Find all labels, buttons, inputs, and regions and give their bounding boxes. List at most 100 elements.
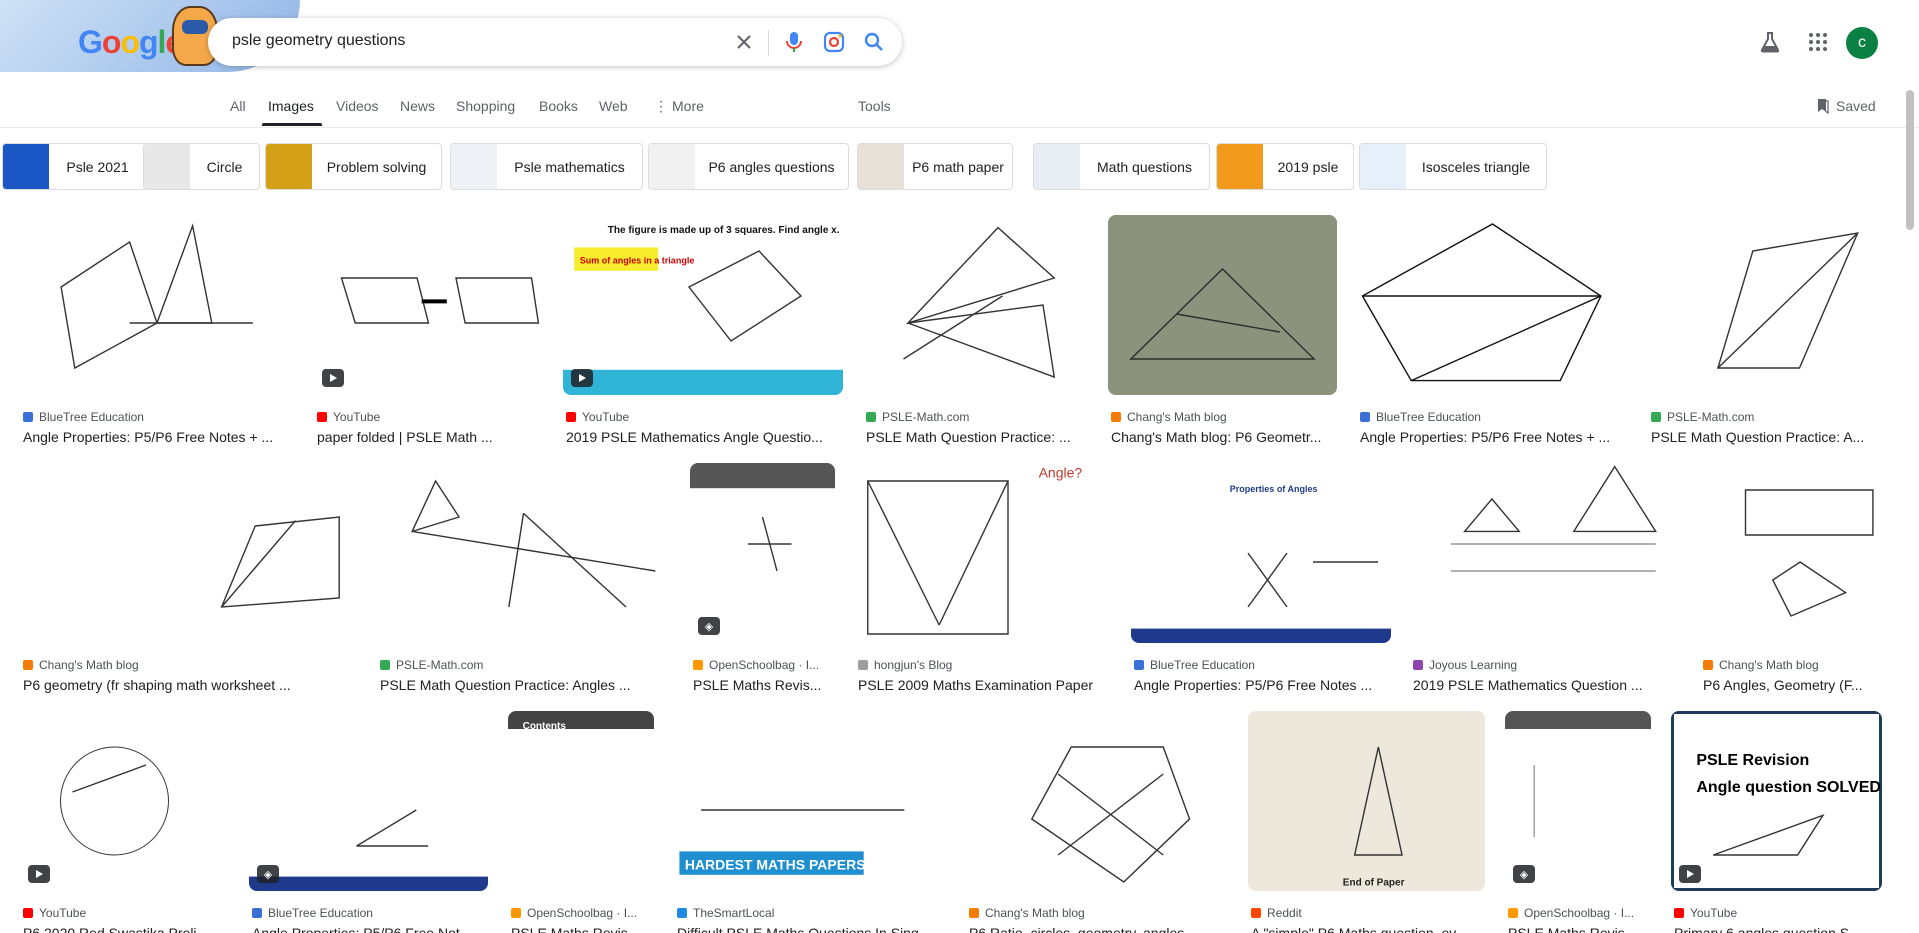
result-thumbnail[interactable]: Contents xyxy=(508,711,654,891)
result-source[interactable]: YouTube xyxy=(566,410,846,424)
account-avatar[interactable]: c xyxy=(1846,27,1878,59)
result-thumbnail[interactable] xyxy=(863,215,1088,395)
image-result-card[interactable]: PSLE-Math.com PSLE Math Question Practice… xyxy=(1648,215,1881,445)
result-title[interactable]: PSLE Maths Revis... xyxy=(693,677,838,693)
chip-circle[interactable]: Circle xyxy=(143,143,260,190)
result-thumbnail[interactable] xyxy=(314,215,543,395)
result-thumbnail[interactable]: The figure is made up of 3 squares. Find… xyxy=(563,215,843,395)
chip-p6-angles-questions[interactable]: P6 angles questions xyxy=(648,143,849,190)
result-title[interactable]: Angle Properties: P5/P6 Free Notes + ... xyxy=(1360,429,1631,445)
result-title[interactable]: P6 Ratio, circles, geometry, angles ... xyxy=(969,925,1232,933)
result-title[interactable]: PSLE Maths Revis... xyxy=(511,925,657,933)
result-thumbnail[interactable] xyxy=(966,711,1229,891)
image-result-card[interactable]: PSLE-Math.com PSLE Math Question Practice… xyxy=(377,463,670,693)
result-source[interactable]: PSLE-Math.com xyxy=(380,658,673,672)
result-title[interactable]: P6 geometry (fr shaping math worksheet .… xyxy=(23,677,359,693)
microphone-icon[interactable] xyxy=(782,30,806,54)
image-result-card[interactable]: Chang's Math blog P6 Angles, Geometry (F.… xyxy=(1700,463,1882,693)
result-source[interactable]: BlueTree Education xyxy=(1360,410,1631,424)
image-result-card[interactable]: YouTube paper folded | PSLE Math ... xyxy=(314,215,543,445)
image-result-card[interactable]: ◈ OpenSchoolbag · I... PSLE Maths Revis... xyxy=(1505,711,1651,933)
result-thumbnail[interactable] xyxy=(1108,215,1337,395)
result-thumbnail[interactable] xyxy=(1648,215,1881,395)
result-title[interactable]: PSLE Math Question Practice: Angles ... xyxy=(380,677,673,693)
chip-2019-psle[interactable]: 2019 psle xyxy=(1216,143,1354,190)
result-source[interactable]: Chang's Math blog xyxy=(1111,410,1340,424)
search-icon[interactable] xyxy=(862,30,886,54)
result-source[interactable]: BlueTree Education xyxy=(23,410,297,424)
result-title[interactable]: paper folded | PSLE Math ... xyxy=(317,429,546,445)
tab-tools[interactable]: Tools xyxy=(858,98,891,114)
result-title[interactable]: PSLE 2009 Maths Examination Paper xyxy=(858,677,1113,693)
result-title[interactable]: Primary 6 angles question S... xyxy=(1674,925,1885,933)
result-thumbnail[interactable] xyxy=(20,463,356,643)
image-result-card[interactable]: PSLE-Math.com PSLE Math Question Practice… xyxy=(863,215,1088,445)
result-title[interactable]: PSLE Maths Revis... xyxy=(1508,925,1654,933)
result-thumbnail[interactable] xyxy=(1505,711,1651,891)
result-source[interactable]: PSLE-Math.com xyxy=(866,410,1091,424)
image-result-card[interactable]: HARDEST MATHS PAPERS IN SG TheSmartLocal D… xyxy=(674,711,945,933)
result-source[interactable]: Chang's Math blog xyxy=(23,658,359,672)
result-thumbnail[interactable]: End of Paper xyxy=(1248,711,1485,891)
image-result-card[interactable]: BlueTree Education Angle Properties: P5/P… xyxy=(20,215,294,445)
labs-flask-icon[interactable] xyxy=(1758,30,1782,54)
result-source[interactable]: hongjun's Blog xyxy=(858,658,1113,672)
image-result-card[interactable]: Chang's Math blog P6 geometry (fr shaping… xyxy=(20,463,356,693)
result-source[interactable]: Chang's Math blog xyxy=(969,906,1232,920)
result-title[interactable]: 2019 PSLE Mathematics Question ... xyxy=(1413,677,1686,693)
search-box[interactable]: psle geometry questions xyxy=(208,18,902,66)
result-source[interactable]: Chang's Math blog xyxy=(1703,658,1885,672)
image-result-card[interactable]: BlueTree Education Angle Properties: P5/P… xyxy=(1357,215,1628,445)
result-title[interactable]: P6 Angles, Geometry (F... xyxy=(1703,677,1885,693)
result-thumbnail[interactable] xyxy=(1700,463,1882,643)
result-thumbnail[interactable] xyxy=(690,463,835,643)
image-result-card[interactable]: YouTube P6 2020 Red Swastika Preli... xyxy=(20,711,230,933)
saved-button[interactable]: Saved xyxy=(1816,98,1876,114)
result-source[interactable]: Reddit xyxy=(1251,906,1488,920)
result-title[interactable]: Angle Properties: P5/P6 Free Not... xyxy=(252,925,491,933)
lens-camera-icon[interactable] xyxy=(822,30,846,54)
result-thumbnail[interactable]: Angle? xyxy=(855,463,1110,643)
chip-psle-2021[interactable]: Psle 2021 xyxy=(2,143,147,190)
search-input[interactable]: psle geometry questions xyxy=(232,32,405,50)
image-result-card[interactable]: Properties of Angles BlueTree Education An… xyxy=(1131,463,1391,693)
result-thumbnail[interactable]: PSLE Revision Angle question SOLVED! xyxy=(1671,711,1882,891)
image-result-card[interactable]: The figure is made up of 3 squares. Find… xyxy=(563,215,843,445)
result-source[interactable]: YouTube xyxy=(1674,906,1885,920)
result-source[interactable]: BlueTree Education xyxy=(252,906,491,920)
tab-news[interactable]: News xyxy=(400,98,435,114)
chip-psle-mathematics[interactable]: Psle mathematics xyxy=(450,143,643,190)
result-thumbnail[interactable] xyxy=(249,711,488,891)
result-title[interactable]: Angle Properties: P5/P6 Free Notes ... xyxy=(1134,677,1394,693)
result-thumbnail[interactable]: Properties of Angles xyxy=(1131,463,1391,643)
clear-icon[interactable] xyxy=(732,30,756,54)
result-title[interactable]: A "simple" P6 Maths question, ev... xyxy=(1251,925,1488,933)
chip-math-questions[interactable]: Math questions xyxy=(1033,143,1210,190)
result-source[interactable]: TheSmartLocal xyxy=(677,906,948,920)
result-thumbnail[interactable] xyxy=(20,711,230,891)
image-result-card[interactable]: ◈ BlueTree Education Angle Properties: P5/… xyxy=(249,711,488,933)
image-result-card[interactable]: Chang's Math blog P6 Ratio, circles, geom… xyxy=(966,711,1229,933)
result-source[interactable]: OpenSchoolbag · I... xyxy=(511,906,657,920)
chip-p6-math-paper[interactable]: P6 math paper xyxy=(857,143,1013,190)
tab-more[interactable]: ⋮ More xyxy=(654,98,704,115)
result-source[interactable]: YouTube xyxy=(23,906,233,920)
result-source[interactable]: OpenSchoolbag · I... xyxy=(1508,906,1654,920)
apps-grid-icon[interactable] xyxy=(1806,30,1830,54)
result-thumbnail[interactable] xyxy=(377,463,670,643)
tab-shopping[interactable]: Shopping xyxy=(456,98,515,114)
result-source[interactable]: PSLE-Math.com xyxy=(1651,410,1884,424)
tab-web[interactable]: Web xyxy=(599,98,628,114)
tab-videos[interactable]: Videos xyxy=(336,98,379,114)
image-result-card[interactable]: ◈ OpenSchoolbag · I... PSLE Maths Revis... xyxy=(690,463,835,693)
chip-problem-solving[interactable]: Problem solving xyxy=(265,143,442,190)
result-title[interactable]: Chang's Math blog: P6 Geometr... xyxy=(1111,429,1340,445)
result-thumbnail[interactable] xyxy=(1410,463,1683,643)
tab-books[interactable]: Books xyxy=(539,98,578,114)
result-source[interactable]: BlueTree Education xyxy=(1134,658,1394,672)
image-result-card[interactable]: Joyous Learning 2019 PSLE Mathematics Que… xyxy=(1410,463,1683,693)
page-scrollbar[interactable] xyxy=(1906,90,1914,230)
result-title[interactable]: P6 2020 Red Swastika Preli... xyxy=(23,925,233,933)
result-thumbnail[interactable] xyxy=(20,215,294,395)
result-title[interactable]: Angle Properties: P5/P6 Free Notes + ... xyxy=(23,429,297,445)
